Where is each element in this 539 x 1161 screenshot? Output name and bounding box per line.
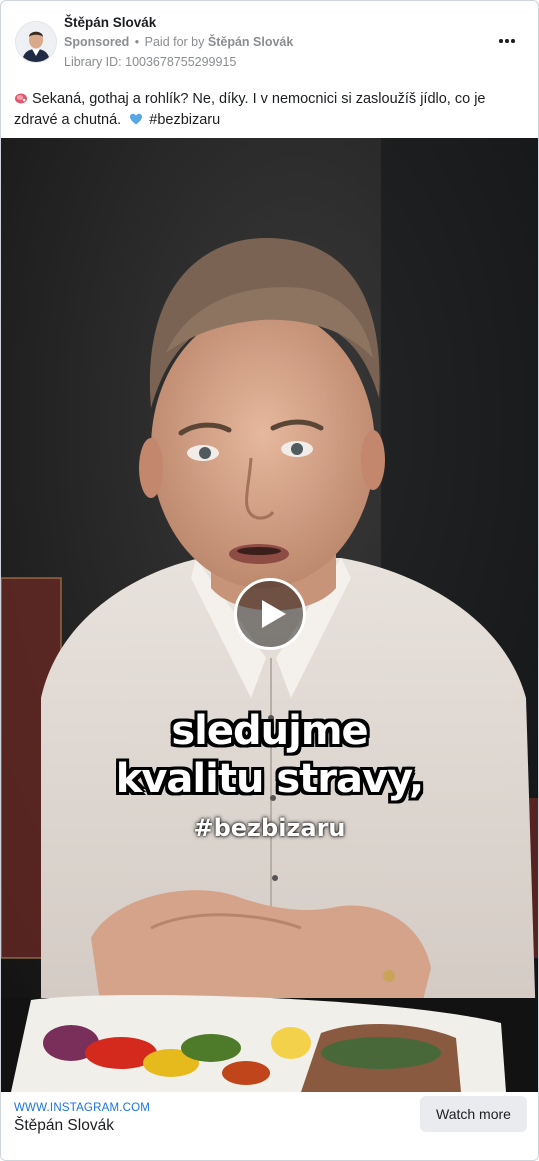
sponsored-label: Sponsored (64, 35, 130, 49)
profile-photo-icon (16, 22, 56, 62)
caption-text: Sekaná, gothaj a rohlík? Ne, díky. I v n… (14, 91, 486, 128)
paid-for-prefix: Paid for by (144, 35, 205, 49)
watch-more-button[interactable]: Watch more (420, 1096, 527, 1132)
ad-footer[interactable]: WWW.INSTAGRAM.COM Štěpán Slovák Watch mo… (1, 1092, 538, 1160)
ad-card: Štěpán Slovák Sponsored • Paid for by Št… (0, 0, 539, 1161)
video-subtitle-line-2: kvalitu stravy, (115, 756, 425, 802)
video-subtitle-hashtag: #bezbizaru (193, 814, 346, 842)
more-options-icon-dot (511, 39, 515, 43)
ad-header: Štěpán Slovák Sponsored • Paid for by Št… (1, 1, 538, 81)
caption-hashtag[interactable]: #bezbizaru (149, 112, 220, 128)
library-id: Library ID: 1003678755299915 (64, 55, 237, 69)
more-options-icon (499, 39, 503, 43)
more-options-icon-dot (505, 39, 509, 43)
more-options-button[interactable] (493, 30, 521, 52)
advertiser-avatar[interactable] (15, 21, 57, 63)
play-icon (262, 600, 286, 628)
post-caption: Sekaná, gothaj a rohlík? Ne, díky. I v n… (14, 89, 526, 131)
link-domain[interactable]: WWW.INSTAGRAM.COM (14, 1102, 150, 1114)
play-button[interactable] (234, 578, 306, 650)
video-player[interactable]: sledujme kvalitu stravy, #bezbizaru (1, 138, 538, 1092)
advertiser-name[interactable]: Štěpán Slovák (64, 15, 156, 30)
blue-heart-icon (130, 113, 143, 125)
paid-for-name: Štěpán Slovák (207, 35, 294, 49)
sponsor-meta: Sponsored • Paid for by Štěpán Slovák (64, 35, 293, 49)
video-subtitle-line-1: sledujme (171, 708, 368, 754)
link-title[interactable]: Štěpán Slovák (14, 1117, 114, 1135)
meta-separator: • (131, 35, 143, 49)
meat-emoji-icon (15, 93, 27, 104)
